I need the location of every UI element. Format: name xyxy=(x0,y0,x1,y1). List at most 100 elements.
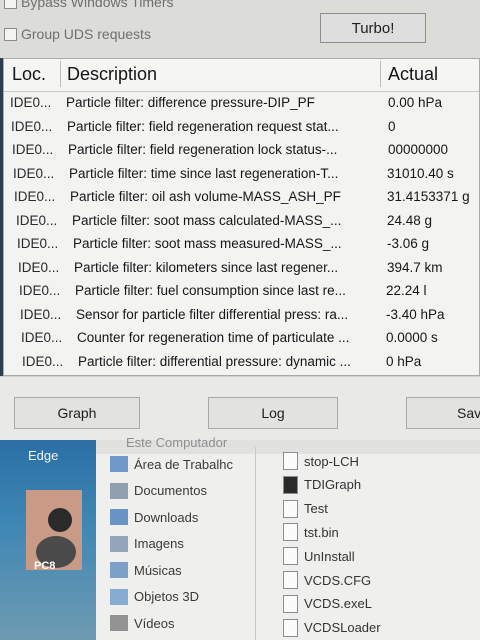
table-row[interactable]: IDE0... Particle filter: kilometers since… xyxy=(4,258,479,280)
cell-loc: IDE0... xyxy=(13,165,55,181)
file-icon xyxy=(283,618,298,637)
pictures-icon xyxy=(110,535,128,552)
table-row[interactable]: IDE0... Counter for regeneration time of … xyxy=(4,328,479,350)
cell-actual: 0 xyxy=(388,118,396,134)
cell-description: Particle filter: fuel consumption since … xyxy=(75,283,346,298)
cell-description: Counter for regeneration time of particu… xyxy=(77,330,350,345)
cell-loc: IDE0... xyxy=(14,189,56,204)
table-row[interactable]: IDE0... Particle filter: soot mass calcul… xyxy=(4,211,479,233)
table-row[interactable]: IDE0... Particle filter: differential pre… xyxy=(4,352,479,374)
group-uds-label: Group UDS requests xyxy=(21,26,151,42)
nav-item[interactable]: Downloads xyxy=(110,509,198,525)
cell-loc: IDE0... xyxy=(20,306,62,322)
pane-divider[interactable] xyxy=(255,447,256,640)
file-item-label: stop-LCH xyxy=(304,453,359,469)
cell-actual: 00000000 xyxy=(388,142,449,157)
file-item[interactable]: VCDSLoader xyxy=(283,618,381,637)
graph-button[interactable]: Graph xyxy=(14,397,140,429)
table-row[interactable]: IDE0... Particle filter: field regenerati… xyxy=(4,117,479,139)
table-row[interactable]: IDE0... Particle filter: field regenerati… xyxy=(4,140,479,162)
app-icon xyxy=(283,475,298,494)
turbo-button[interactable]: Turbo! xyxy=(320,13,426,43)
file-item-label: VCDS.CFG xyxy=(304,572,372,588)
documents-icon xyxy=(110,482,128,499)
nav-item[interactable]: Documentos xyxy=(110,482,207,499)
file-icon xyxy=(283,571,298,589)
column-header-actual[interactable]: Actual xyxy=(388,64,438,85)
user-avatar-icon[interactable] xyxy=(26,490,82,570)
file-item[interactable]: UnInstall xyxy=(283,547,355,566)
table-row[interactable]: IDE0... Particle filter: fuel consumption… xyxy=(4,281,479,303)
file-item[interactable]: tst.bin xyxy=(283,523,339,542)
cell-loc: IDE0... xyxy=(18,259,60,275)
cell-description: Particle filter: difference pressure-DIP… xyxy=(66,95,315,110)
cell-description: Particle filter: kilometers since last r… xyxy=(74,259,339,275)
cell-actual: -3.06 g xyxy=(387,236,430,251)
videos-icon xyxy=(110,615,128,631)
nav-item-label: Documentos xyxy=(134,483,207,498)
file-item-label: Test xyxy=(304,501,328,517)
nav-item[interactable]: Imagens xyxy=(110,535,184,552)
log-button[interactable]: Log xyxy=(208,397,338,429)
cell-loc: IDE0... xyxy=(12,142,54,157)
table-row[interactable]: IDE0... Particle filter: oil ash volume-M… xyxy=(4,187,479,209)
file-item[interactable]: VCDS.CFG xyxy=(283,571,371,589)
nav-item[interactable]: Músicas xyxy=(110,562,182,578)
cell-loc: IDE0... xyxy=(19,283,61,298)
measurement-table[interactable]: Loc. Description Actual IDE0... Particle … xyxy=(3,58,480,376)
cell-description: Particle filter: oil ash volume-MASS_ASH… xyxy=(70,189,341,204)
cell-actual: 22.24 l xyxy=(386,283,427,298)
cell-actual: 0 hPa xyxy=(386,353,422,369)
nav-item-label: Objetos 3D xyxy=(134,589,200,604)
table-row[interactable]: IDE0... Particle filter: soot mass measur… xyxy=(4,234,479,256)
checkbox-icon[interactable] xyxy=(4,27,17,41)
file-item[interactable]: stop-LCH xyxy=(283,452,359,470)
table-row[interactable]: IDE0... Particle filter: time since last … xyxy=(4,164,479,186)
desktop-icon xyxy=(110,456,128,472)
file-item[interactable]: VCDS.exeL xyxy=(283,594,372,613)
cell-loc: IDE0... xyxy=(22,353,64,369)
cell-actual: 31010.40 s xyxy=(387,165,454,181)
cell-description: Particle filter: time since last regener… xyxy=(69,165,339,181)
nav-item[interactable]: Vídeos xyxy=(110,615,174,631)
cell-actual: 24.48 g xyxy=(387,212,433,228)
cell-actual: 0.0000 s xyxy=(386,330,438,345)
group-uds-option[interactable]: Group UDS requests xyxy=(4,26,151,42)
edge-shortcut-label[interactable]: Edge xyxy=(28,448,58,463)
cell-actual: -3.40 hPa xyxy=(386,306,445,322)
downloads-icon xyxy=(110,509,128,525)
cell-description: Sensor for particle filter differential … xyxy=(76,306,349,322)
this-pc-label[interactable]: Este Computador xyxy=(126,435,227,450)
cell-loc: IDE0... xyxy=(10,95,52,110)
column-header-description[interactable]: Description xyxy=(67,64,157,85)
file-item[interactable]: Test xyxy=(283,499,328,518)
cell-loc: IDE0... xyxy=(17,236,59,251)
save-button[interactable]: Sav xyxy=(406,397,480,429)
nav-item-label: Vídeos xyxy=(134,615,175,631)
file-item-label: VCDS.exeL xyxy=(304,596,372,612)
table-row[interactable]: IDE0... Particle filter: difference press… xyxy=(4,93,479,115)
file-icon xyxy=(283,523,298,542)
nav-item-label: Área de Trabalhc xyxy=(134,456,234,472)
file-icon xyxy=(283,452,298,470)
cell-loc: IDE0... xyxy=(11,118,53,134)
file-item[interactable]: TDIGraph xyxy=(283,475,361,494)
cell-loc: IDE0... xyxy=(16,212,58,228)
3d-objects-icon xyxy=(110,588,128,605)
bypass-timers-option[interactable]: Bypass Windows Timers xyxy=(4,0,173,10)
nav-item-label: Imagens xyxy=(134,536,184,551)
nav-item[interactable]: Área de Trabalhc xyxy=(110,456,233,472)
pc-shortcut-label[interactable]: PC8 xyxy=(34,560,55,572)
cell-actual: 0.00 hPa xyxy=(388,95,443,110)
column-divider[interactable] xyxy=(60,61,61,87)
file-icon xyxy=(283,499,298,518)
column-header-loc[interactable]: Loc. xyxy=(12,64,46,85)
nav-item[interactable]: Objetos 3D xyxy=(110,588,200,605)
table-row[interactable]: IDE0... Sensor for particle filter differ… xyxy=(4,305,479,327)
uninstall-icon xyxy=(283,547,298,566)
bypass-timers-label: Bypass Windows Timers xyxy=(21,0,174,10)
checkbox-icon[interactable] xyxy=(4,0,17,9)
cell-description: Particle filter: soot mass calculated-MA… xyxy=(72,212,342,228)
column-divider[interactable] xyxy=(380,61,381,87)
nav-item-label: Músicas xyxy=(134,562,182,578)
